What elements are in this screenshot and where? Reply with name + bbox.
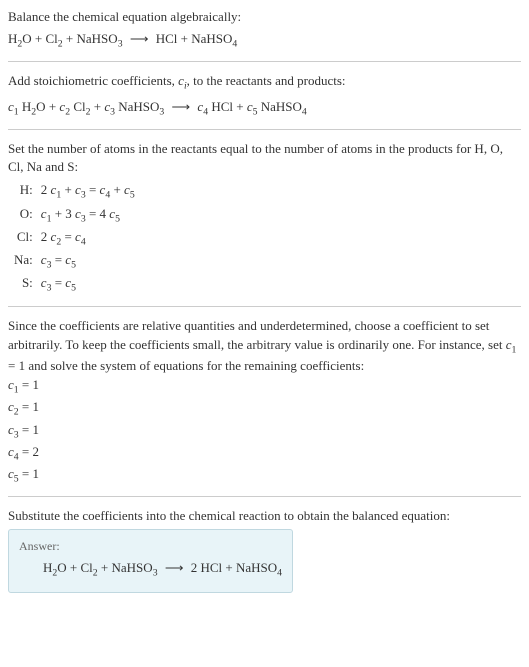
solution-line: c2 = 1	[8, 398, 521, 419]
table-row: Cl: 2 c2 = c4	[10, 227, 139, 250]
coef-equation: c1 H2O + c2 Cl2 + c3 NaHSO3 ⟶ c4 HCl + c…	[8, 98, 521, 119]
reactant-3: NaHSO3	[112, 560, 158, 575]
balance-eq: 2 c2 = c4	[37, 227, 139, 250]
result-section: Substitute the coefficients into the che…	[8, 507, 521, 593]
result-intro: Substitute the coefficients into the che…	[8, 507, 521, 525]
arrow-icon: ⟶	[161, 560, 188, 575]
plus: +	[177, 31, 191, 46]
coefficients-section: Add stoichiometric coefficients, ci, to …	[8, 72, 521, 118]
solution-line: c4 = 2	[8, 443, 521, 464]
reactant-2: Cl2	[46, 31, 63, 46]
balance-eq: c1 + 3 c3 = 4 c5	[37, 204, 139, 227]
unbalanced-equation: H2O + Cl2 + NaHSO3 ⟶ HCl + NaHSO4	[8, 30, 521, 51]
intro-section: Balance the chemical equation algebraica…	[8, 8, 521, 51]
product-1: HCl	[156, 31, 178, 46]
solution-line: c1 = 1	[8, 376, 521, 397]
plus: +	[32, 31, 46, 46]
element-label: O:	[10, 204, 37, 227]
divider	[8, 61, 521, 62]
product-2: NaHSO4	[236, 560, 282, 575]
plus: +	[63, 31, 77, 46]
element-label: Na:	[10, 250, 37, 273]
divider	[8, 496, 521, 497]
reactant-3: NaHSO3	[77, 31, 123, 46]
answer-box: Answer: H2O + Cl2 + NaHSO3 ⟶ 2 HCl + NaH…	[8, 529, 293, 593]
element-label: Cl:	[10, 227, 37, 250]
element-label: H:	[10, 180, 37, 203]
reactant-1: H2O	[8, 31, 32, 46]
divider	[8, 306, 521, 307]
solve-intro: Since the coefficients are relative quan…	[8, 317, 521, 375]
balance-eq: c3 = c5	[37, 273, 139, 296]
solution-line: c5 = 1	[8, 465, 521, 486]
coef-intro: Add stoichiometric coefficients, ci, to …	[8, 72, 521, 93]
table-row: S: c3 = c5	[10, 273, 139, 296]
product-1: 2 HCl	[191, 560, 222, 575]
table-row: O: c1 + 3 c3 = 4 c5	[10, 204, 139, 227]
balance-eq: c3 = c5	[37, 250, 139, 273]
product-2: NaHSO4	[191, 31, 237, 46]
solution-line: c3 = 1	[8, 421, 521, 442]
solve-section: Since the coefficients are relative quan…	[8, 317, 521, 486]
balance-section: Set the number of atoms in the reactants…	[8, 140, 521, 297]
table-row: H: 2 c1 + c3 = c4 + c5	[10, 180, 139, 203]
intro-text: Balance the chemical equation algebraica…	[8, 8, 521, 26]
reactant-2: Cl2	[81, 560, 98, 575]
arrow-icon: ⟶	[126, 31, 153, 46]
reactant-1: H2O	[43, 560, 67, 575]
divider	[8, 129, 521, 130]
element-label: S:	[10, 273, 37, 296]
table-row: Na: c3 = c5	[10, 250, 139, 273]
answer-label: Answer:	[19, 538, 282, 555]
balance-eq: 2 c1 + c3 = c4 + c5	[37, 180, 139, 203]
balance-intro: Set the number of atoms in the reactants…	[8, 140, 521, 176]
balance-table: H: 2 c1 + c3 = c4 + c5 O: c1 + 3 c3 = 4 …	[10, 180, 139, 296]
balanced-equation: H2O + Cl2 + NaHSO3 ⟶ 2 HCl + NaHSO4	[19, 559, 282, 580]
